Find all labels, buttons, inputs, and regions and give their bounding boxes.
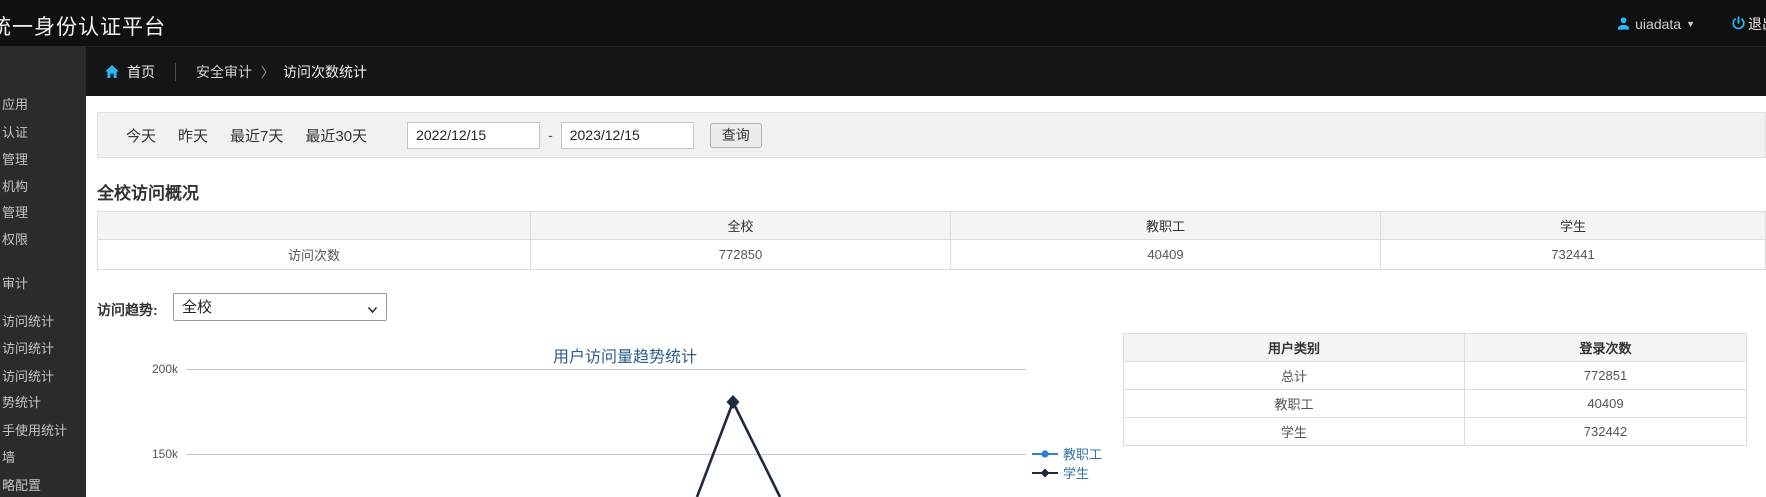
legend-marker-staff-icon <box>1032 449 1058 458</box>
breadcrumb-section[interactable]: 安全审计 <box>196 62 252 82</box>
sidebar-item-7[interactable]: 访问统计 <box>2 313 54 331</box>
login-count-table: 用户类别 登录次数 总计 772851 教职工 40409 学生 732442 <box>1123 333 1747 446</box>
sidebar-item-10[interactable]: 势统计 <box>2 394 41 412</box>
login-table-header-row: 用户类别 登录次数 <box>1123 333 1747 362</box>
date-filter-bar: 今天 昨天 最近7天 最近30天 - 查询 <box>97 112 1766 158</box>
sidebar-nav: 应用 认证 管理 机构 管理 权限 审计 访问统计 访问统计 访问统计 势统计 … <box>0 47 86 497</box>
app-title: 统一身份认证平台 <box>0 16 166 39</box>
legend-item-staff[interactable]: 教职工 <box>1032 444 1102 463</box>
date-start-input[interactable] <box>407 121 541 149</box>
breadcrumb-page: 访问次数统计 <box>283 63 368 80</box>
overview-header-school: 全校 <box>530 211 951 240</box>
trend-select[interactable]: 全校 <box>173 293 387 321</box>
breadcrumb: 首页 安全审计 〉 访问次数统计 <box>86 47 1766 96</box>
peak-data-point-marker <box>726 395 740 409</box>
trend-label: 访问趋势: <box>97 302 158 318</box>
breadcrumb-separator: 〉 <box>261 65 275 80</box>
quick-link-today[interactable]: 今天 <box>126 125 156 146</box>
sidebar-item-1[interactable]: 认证 <box>2 124 28 142</box>
login-header-category: 用户类别 <box>1123 333 1465 362</box>
app-root: 统一身份认证平台 uiadata ▼ 退出 首页 安全审计 〉 访问次数统计 应… <box>0 0 1766 497</box>
breadcrumb-home[interactable]: 首页 <box>127 62 155 82</box>
student-series-line <box>695 398 782 497</box>
user-menu-cluster: uiadata ▼ 退出 <box>1616 0 1766 47</box>
section-title-overview: 全校访问概况 <box>97 184 199 203</box>
quick-link-last7[interactable]: 最近7天 <box>230 125 283 146</box>
chart-legend: 教职工 学生 <box>1032 444 1102 482</box>
overview-value-staff: 40409 <box>950 239 1381 270</box>
sidebar-item-12[interactable]: 墙 <box>2 449 15 467</box>
login-table-row-staff: 教职工 40409 <box>1123 389 1747 418</box>
sidebar-item-13[interactable]: 略配置 <box>2 477 41 495</box>
sidebar-item-2[interactable]: 管理 <box>2 151 28 169</box>
quick-link-last30[interactable]: 最近30天 <box>305 125 367 146</box>
power-icon <box>1731 16 1746 31</box>
trend-line-chart <box>695 395 782 497</box>
date-range-dash: - <box>548 127 553 143</box>
home-icon[interactable] <box>104 64 120 79</box>
login-header-count: 登录次数 <box>1464 333 1747 362</box>
logout-button[interactable]: 退出 <box>1748 14 1766 34</box>
query-button[interactable]: 查询 <box>709 122 762 148</box>
sidebar-item-0[interactable]: 应用 <box>2 96 28 114</box>
username-dropdown[interactable]: uiadata <box>1635 16 1681 32</box>
breadcrumb-divider <box>175 62 176 81</box>
login-table-row-total: 总计 772851 <box>1123 361 1747 390</box>
overview-header-student: 学生 <box>1380 211 1766 240</box>
y-axis-tick-150k: 150k <box>151 447 178 461</box>
sidebar-item-9[interactable]: 访问统计 <box>2 368 54 386</box>
sidebar-item-5[interactable]: 权限 <box>2 231 28 249</box>
legend-item-student[interactable]: 学生 <box>1032 463 1102 482</box>
chevron-down-icon[interactable]: ▼ <box>1686 19 1695 29</box>
user-icon <box>1616 16 1631 31</box>
overview-table: 全校 教职工 学生 访问次数 772850 40409 732441 <box>97 211 1766 270</box>
overview-value-school: 772850 <box>530 239 951 270</box>
trend-select-wrap: 全校 <box>173 293 387 321</box>
overview-table-header-row: 全校 教职工 学生 <box>97 211 1766 240</box>
sidebar-item-3[interactable]: 机构 <box>2 178 28 196</box>
overview-row-label: 访问次数 <box>97 239 531 270</box>
top-header: 统一身份认证平台 uiadata ▼ 退出 <box>0 0 1766 47</box>
login-table-row-student: 学生 732442 <box>1123 417 1747 446</box>
legend-marker-student-icon <box>1032 468 1058 477</box>
overview-table-data-row: 访问次数 772850 40409 732441 <box>97 239 1766 270</box>
overview-header-staff: 教职工 <box>950 211 1381 240</box>
quick-link-yesterday[interactable]: 昨天 <box>178 125 208 146</box>
sidebar-item-4[interactable]: 管理 <box>2 204 28 222</box>
sidebar-item-6[interactable]: 审计 <box>2 275 28 293</box>
overview-value-student: 732441 <box>1380 239 1766 270</box>
overview-header-empty <box>97 211 531 240</box>
sidebar-item-8[interactable]: 访问统计 <box>2 340 54 358</box>
date-end-input[interactable] <box>560 121 694 149</box>
sidebar-item-11[interactable]: 手使用统计 <box>2 422 67 440</box>
y-axis-tick-200k: 200k <box>151 362 178 376</box>
